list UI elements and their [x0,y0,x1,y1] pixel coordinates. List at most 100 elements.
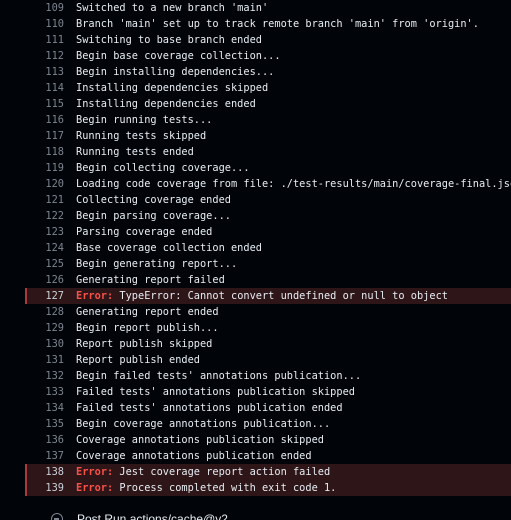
line-content: Error: Process completed with exit code … [76,480,336,496]
line-number[interactable]: 115 [25,96,64,112]
line-number[interactable]: 110 [25,16,64,32]
line-number[interactable]: 124 [25,240,64,256]
line-content: Coverage annotations publication skipped [76,432,324,448]
line-content: Installing dependencies skipped [76,80,268,96]
line-number[interactable]: 120 [25,176,64,192]
line-content: Begin coverage annotations publication..… [76,416,330,432]
line-content: Failed tests' annotations publication sk… [76,384,355,400]
line-number[interactable]: 119 [25,160,64,176]
line-number[interactable]: 125 [25,256,64,272]
line-text: Base coverage collection ended [76,242,262,254]
line-text: Report publish skipped [76,338,213,350]
line-number[interactable]: 130 [25,336,64,352]
line-number[interactable]: 118 [25,144,64,160]
line-content: Loading code coverage from file: ./test-… [76,176,511,192]
line-number[interactable]: 127 [25,288,64,304]
log-line: 123 Parsing coverage ended [25,224,511,240]
line-text: Begin failed tests' annotations publicat… [76,370,362,382]
line-text: Begin report publish... [76,322,219,334]
log-line-error: 127 Error: TypeError: Cannot convert unde… [25,288,511,304]
line-text: Report publish ended [76,354,200,366]
step-label: Post Run actions/cache@v2 [77,512,228,520]
line-text: Begin generating report... [76,258,238,270]
log-line: 130 Report publish skipped [25,336,511,352]
line-number[interactable]: 132 [25,368,64,384]
line-number[interactable]: 117 [25,128,64,144]
line-text: TypeError: Cannot convert undefined or n… [113,290,448,302]
line-number[interactable]: 121 [25,192,64,208]
line-text: Installing dependencies skipped [76,82,269,94]
line-content: Begin base coverage collection... [76,48,281,64]
line-text: Installing dependencies ended [76,98,256,110]
line-text: Coverage annotations publication ended [76,450,312,462]
log-line: 135 Begin coverage annotations publicatio… [25,416,511,432]
error-prefix: Error: [76,466,114,478]
log-line: 112 Begin base coverage collection... [25,48,511,64]
log-line-error: 139 Error: Process completed with exit co… [25,480,511,496]
log-line: 114 Installing dependencies skipped [25,80,511,96]
line-content: Switching to base branch ended [76,32,262,48]
log-line: 110 Branch 'main' set up to track remote … [25,16,511,32]
line-number[interactable]: 116 [25,112,64,128]
line-text: Running tests ended [76,146,194,158]
line-number[interactable]: 113 [25,64,64,80]
line-content: Error: TypeError: Cannot convert undefin… [76,288,448,304]
log-line: 132 Begin failed tests' annotations publi… [25,368,511,384]
line-text: Branch 'main' set up to track remote bra… [76,18,479,30]
line-text: Generating report failed [76,274,225,286]
line-content: Parsing coverage ended [76,224,212,240]
line-text: Jest coverage report action failed [113,466,331,478]
log-line: 119 Begin collecting coverage... [25,160,511,176]
line-number[interactable]: 123 [25,224,64,240]
line-number[interactable]: 133 [25,384,64,400]
line-content: Error: Jest coverage report action faile… [76,464,330,480]
line-number[interactable]: 109 [25,0,64,16]
line-content: Begin failed tests' annotations publicat… [76,368,361,384]
line-text: Begin collecting coverage... [76,162,250,174]
line-content: Branch 'main' set up to track remote bra… [76,16,479,32]
line-content: Collecting coverage ended [76,192,231,208]
error-prefix: Error: [76,482,114,494]
log-line: 131 Report publish ended [25,352,511,368]
log-line: 124 Base coverage collection ended [25,240,511,256]
line-text: Loading code coverage from file: ./test-… [76,178,511,190]
line-number[interactable]: 128 [25,304,64,320]
line-number[interactable]: 122 [25,208,64,224]
line-content: Begin collecting coverage... [76,160,250,176]
log-line: 133 Failed tests' annotations publication… [25,384,511,400]
line-text: Switching to base branch ended [76,34,262,46]
line-number[interactable]: 111 [25,32,64,48]
line-content: Generating report failed [76,272,225,288]
line-number[interactable]: 134 [25,400,64,416]
line-text: Switched to a new branch 'main' [76,2,269,14]
line-content: Report publish ended [76,352,200,368]
line-text: Begin installing dependencies... [76,66,275,78]
log-line: 109 Switched to a new branch 'main' [25,0,511,16]
log-line: 118 Running tests ended [25,144,511,160]
line-text: Process completed with exit code 1. [113,482,337,494]
line-number[interactable]: 131 [25,352,64,368]
line-number[interactable]: 136 [25,432,64,448]
line-content: Begin generating report... [76,256,237,272]
line-text: Generating report ended [76,306,219,318]
log-line: 111 Switching to base branch ended [25,32,511,48]
log-line-error: 138 Error: Jest coverage report action fa… [25,464,511,480]
line-number[interactable]: 129 [25,320,64,336]
log-line: 122 Begin parsing coverage... [25,208,511,224]
log-line: 121 Collecting coverage ended [25,192,511,208]
line-number[interactable]: 139 [25,480,64,496]
line-number[interactable]: 137 [25,448,64,464]
line-number[interactable]: 114 [25,80,64,96]
line-text: Failed tests' annotations publication en… [76,402,343,414]
line-text: Coverage annotations publication skipped [76,434,324,446]
line-content: Running tests skipped [76,128,206,144]
line-text: Failed tests' annotations publication sk… [76,386,355,398]
log-line: 129 Begin report publish... [25,320,511,336]
line-number[interactable]: 126 [25,272,64,288]
line-number[interactable]: 135 [25,416,64,432]
log-line: 115 Installing dependencies ended [25,96,511,112]
line-content: Generating report ended [76,304,219,320]
log-line: 134 Failed tests' annotations publication… [25,400,511,416]
line-number[interactable]: 112 [25,48,64,64]
line-number[interactable]: 138 [25,464,64,480]
